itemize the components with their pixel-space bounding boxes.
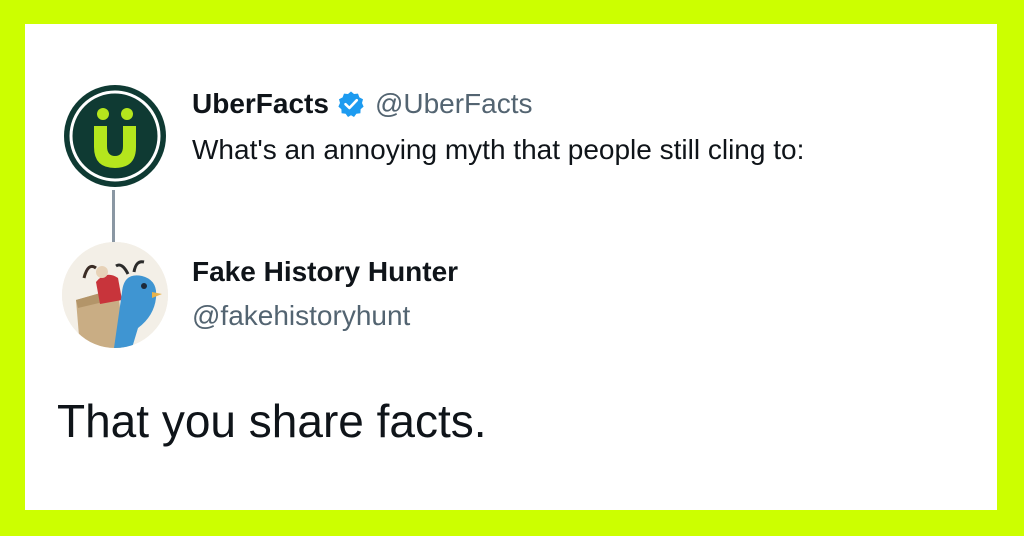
lime-border-frame: UberFacts @UberFacts What's an annoying …: [0, 0, 1024, 536]
tweet-card: UberFacts @UberFacts What's an annoying …: [25, 24, 997, 510]
reply-author-name[interactable]: Fake History Hunter: [192, 256, 458, 288]
medieval-illustration-avatar: [62, 242, 168, 348]
verified-badge-icon: [337, 90, 365, 118]
uberfacts-avatar[interactable]: [63, 84, 167, 188]
author-handle[interactable]: @UberFacts: [375, 88, 533, 120]
uberfacts-u-logo-icon: [64, 85, 166, 187]
reply-text: That you share facts.: [57, 395, 487, 447]
tweet-text: What's an annoying myth that people stil…: [192, 134, 805, 165]
author-name[interactable]: UberFacts: [192, 88, 329, 120]
reply-author-handle[interactable]: @fakehistoryhunt: [192, 300, 410, 332]
tweet-author-row: UberFacts @UberFacts: [192, 84, 533, 124]
fakehistoryhunt-avatar[interactable]: [62, 242, 168, 348]
